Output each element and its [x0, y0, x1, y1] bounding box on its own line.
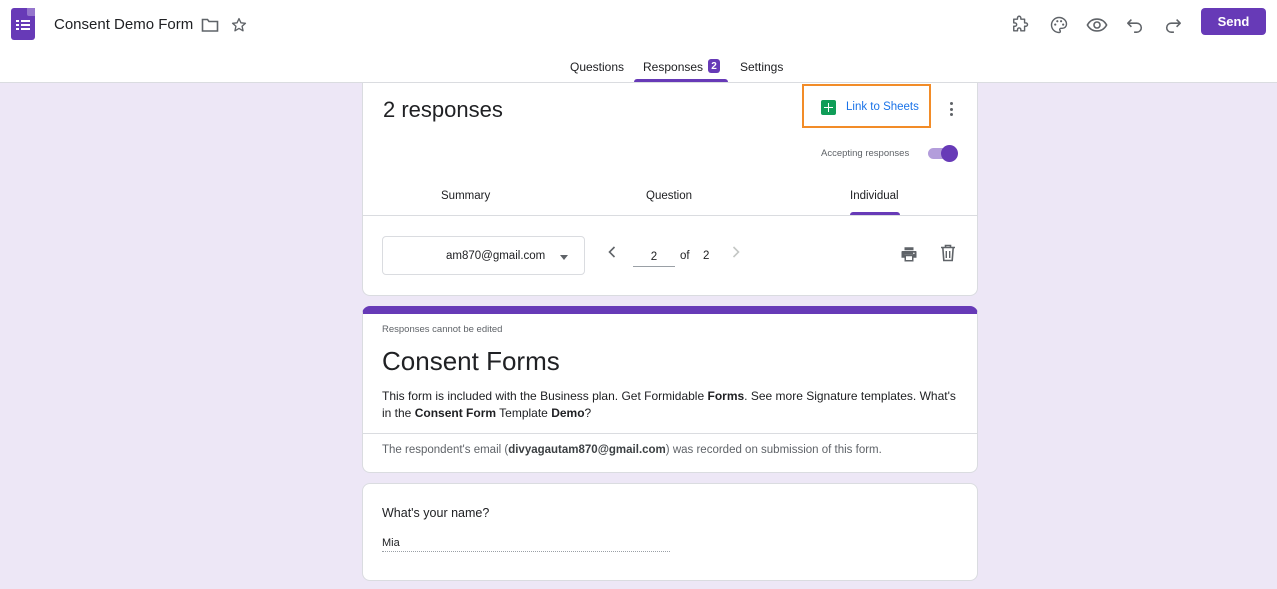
link-to-sheets-label: Link to Sheets	[846, 101, 919, 113]
form-description: This form is included with the Business …	[382, 389, 956, 420]
response-number-input[interactable]: 2	[633, 247, 675, 267]
question-title: What's your name?	[382, 506, 490, 520]
folder-icon[interactable]	[198, 13, 222, 37]
responses-count-badge: 2	[708, 59, 720, 73]
responses-card: 2 responses Link to Sheets Accepting res…	[362, 83, 978, 296]
form-title-input[interactable]: Consent Demo Form	[54, 16, 193, 33]
preview-icon[interactable]	[1085, 13, 1109, 37]
toggle-thumb[interactable]	[941, 145, 958, 162]
form-header-card: Responses cannot be edited Consent Forms…	[362, 306, 978, 473]
send-button[interactable]: Send	[1201, 8, 1266, 35]
link-to-sheets-button[interactable]: Link to Sheets	[802, 84, 931, 128]
star-icon[interactable]	[227, 13, 251, 37]
respondent-email: divyagautam870@gmail.com	[508, 444, 666, 456]
dropdown-arrow-icon	[560, 255, 568, 260]
tab-questions[interactable]: Questions	[570, 60, 624, 74]
responses-count: 2 responses	[383, 97, 503, 122]
more-options-icon[interactable]	[943, 99, 959, 119]
respondent-select[interactable]: am870@gmail.com	[382, 236, 585, 275]
subtab-individual[interactable]: Individual	[850, 190, 899, 202]
pager-total: 2	[703, 250, 710, 262]
forms-logo-icon[interactable]	[11, 8, 35, 40]
divider	[363, 215, 977, 216]
selected-email: am870@gmail.com	[446, 250, 546, 262]
accepting-responses-label: Accepting responses	[821, 148, 910, 159]
cannot-edit-notice: Responses cannot be edited	[382, 324, 503, 335]
addon-icon[interactable]	[1008, 13, 1032, 37]
top-bar: Consent Demo Form Send Questions Respons…	[0, 0, 1277, 83]
active-tab-indicator	[634, 79, 728, 82]
tab-settings[interactable]: Settings	[740, 60, 783, 74]
tab-responses[interactable]: Responses	[643, 60, 703, 74]
question-card: What's your name? Mia	[362, 483, 978, 581]
palette-icon[interactable]	[1047, 13, 1071, 37]
main-tabs: Questions Responses 2 Settings	[0, 52, 1277, 83]
form-heading: Consent Forms	[382, 346, 560, 376]
pager-of-label: of	[680, 250, 690, 262]
previous-response-icon[interactable]	[607, 245, 617, 262]
subtab-summary[interactable]: Summary	[441, 190, 490, 202]
email-recorded-notice: The respondent's email (divyagautam870@g…	[382, 444, 882, 456]
sheets-icon	[821, 100, 836, 115]
undo-icon[interactable]	[1123, 13, 1147, 37]
redo-icon[interactable]	[1161, 13, 1185, 37]
divider	[363, 433, 977, 434]
subtab-question[interactable]: Question	[646, 190, 692, 202]
delete-icon[interactable]	[940, 244, 956, 262]
answer-value: Mia	[382, 537, 670, 552]
next-response-icon[interactable]	[731, 245, 741, 262]
print-icon[interactable]	[900, 245, 918, 263]
